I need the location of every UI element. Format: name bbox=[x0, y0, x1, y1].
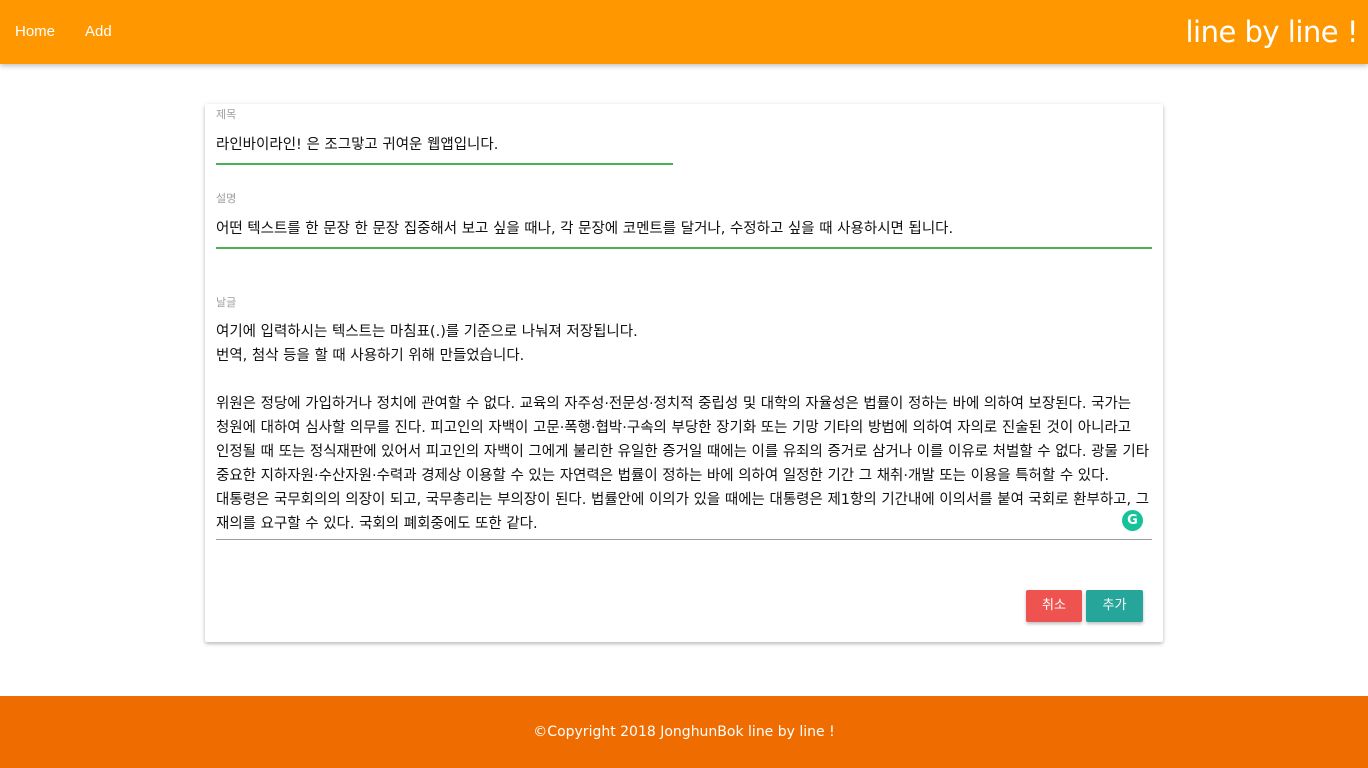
top-navbar: Home Add line by line ! bbox=[0, 0, 1368, 64]
body-textarea[interactable]: 여기에 입력하시는 텍스트는 마침표(.)를 기준으로 나눠져 저장됩니다. 번… bbox=[216, 320, 1156, 536]
page-footer: ©Copyright 2018 JonghunBok line by line … bbox=[0, 696, 1368, 768]
title-input[interactable]: 라인바이라인! 은 조그맣고 귀여운 웹앱입니다. bbox=[216, 133, 498, 154]
nav-home-link[interactable]: Home bbox=[15, 0, 55, 64]
nav-add-link[interactable]: Add bbox=[85, 0, 112, 64]
add-button[interactable]: 추가 bbox=[1086, 590, 1143, 622]
body-textarea-underline bbox=[216, 539, 1152, 540]
add-form-card: 제목 라인바이라인! 은 조그맣고 귀여운 웹앱입니다. 설명 어떤 텍스트를 … bbox=[205, 104, 1163, 642]
grammarly-icon[interactable]: G bbox=[1122, 510, 1143, 531]
description-field-label: 설명 bbox=[216, 192, 237, 205]
title-field-label: 제목 bbox=[216, 108, 237, 121]
cancel-button[interactable]: 취소 bbox=[1026, 590, 1082, 622]
copyright-text: ©Copyright 2018 JonghunBok line by line … bbox=[533, 724, 835, 740]
description-input-underline bbox=[216, 247, 1152, 249]
brand-logo[interactable]: line by line ! bbox=[1185, 0, 1358, 64]
description-input[interactable]: 어떤 텍스트를 한 문장 한 문장 집중해서 보고 싶을 때나, 각 문장에 코… bbox=[216, 217, 953, 238]
body-field-label: 날글 bbox=[216, 296, 237, 309]
title-input-underline bbox=[216, 163, 673, 165]
